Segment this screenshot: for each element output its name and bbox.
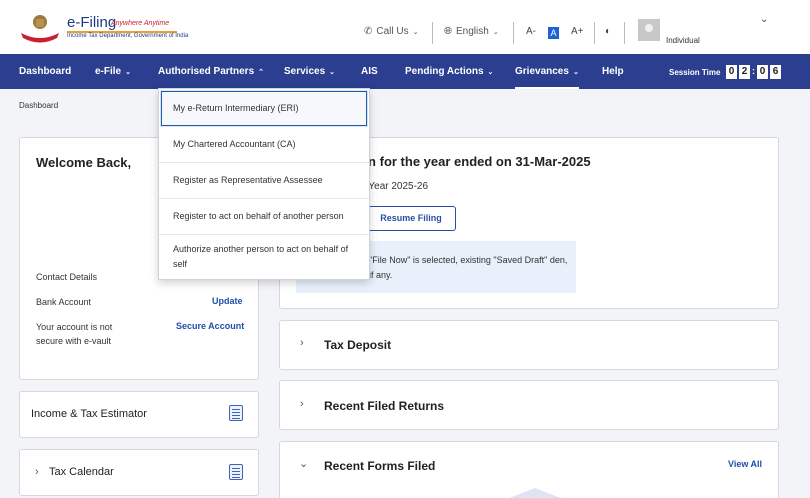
contact-details-label: Contact Details (36, 272, 98, 282)
call-us-button[interactable]: ✆ Call Us ⌄ (364, 26, 419, 37)
session-digit: 6 (770, 65, 781, 79)
filing-title: rn for the year ended on 31-Mar-2025 (363, 154, 591, 169)
menu-item-my-eri[interactable]: My e-Return Intermediary (ERI) (161, 91, 367, 126)
chevron-down-icon: ⌄ (572, 69, 579, 76)
national-emblem-icon (21, 15, 59, 43)
font-increase-button[interactable]: A+ (571, 26, 584, 37)
divider (594, 22, 595, 44)
income-tax-estimator-title: Income & Tax Estimator (31, 408, 147, 420)
menu-item-register-on-behalf[interactable]: Register to act on behalf of another per… (159, 199, 369, 235)
assessment-year: t Year 2025-26 (363, 181, 429, 192)
nav-efile[interactable]: e-File ⌄ (95, 54, 131, 89)
chevron-down-icon: ⌄ (412, 28, 419, 36)
recent-filed-returns-title: Recent Filed Returns (324, 399, 445, 413)
logo-tagline: Anywhere Anytime (111, 20, 170, 27)
calculator-icon (229, 405, 243, 421)
contrast-icon[interactable]: ◐ (605, 26, 611, 37)
secure-account-link[interactable]: Secure Account (176, 321, 244, 331)
username: Individual (666, 36, 700, 45)
font-normal-button[interactable]: A (548, 27, 559, 39)
globe-icon: 🌐︎ (444, 26, 452, 37)
session-colon: : (752, 66, 755, 76)
divider (513, 22, 514, 44)
session-digit: 0 (726, 65, 737, 79)
nav-pending-actions[interactable]: Pending Actions ⌄ (405, 54, 493, 89)
bank-update-link[interactable]: Update (212, 296, 243, 306)
chevron-down-icon: ⌄ (492, 28, 499, 36)
authorised-partners-dropdown: My e-Return Intermediary (ERI) My Charte… (158, 88, 370, 280)
menu-item-authorize-another[interactable]: Authorize another person to act on behal… (159, 235, 369, 279)
divider (624, 22, 625, 44)
site-header: e-Filing Anywhere Anytime Income Tax Dep… (0, 0, 810, 54)
view-all-link[interactable]: View All (728, 459, 762, 469)
calendar-icon (229, 464, 243, 480)
language-label: English (456, 26, 489, 37)
nav-help[interactable]: Help (602, 54, 624, 89)
nav-dashboard[interactable]: Dashboard (19, 54, 71, 89)
welcome-heading: Welcome Back, (36, 155, 132, 170)
info-text: "File Now" is selected, existing "Saved … (369, 255, 568, 280)
menu-item-my-ca[interactable]: My Chartered Accountant (CA) (159, 127, 369, 163)
session-time-label: Session Time (669, 68, 721, 77)
divider (432, 22, 433, 44)
logo-subtitle: Income Tax Department, Government of Ind… (67, 33, 189, 39)
nav-authorised-partners[interactable]: Authorised Partners ⌃ (158, 54, 264, 89)
nav-grievances[interactable]: Grievances ⌄ (515, 54, 579, 89)
chevron-right-icon: › (35, 466, 39, 478)
session-digit: 0 (757, 65, 768, 79)
tax-calendar-title: Tax Calendar (49, 466, 114, 478)
language-selector[interactable]: 🌐︎ English ⌄ (444, 26, 499, 37)
chevron-right-icon: › (300, 337, 304, 349)
menu-item-register-representative[interactable]: Register as Representative Assessee (159, 163, 369, 199)
recent-forms-filed-title: Recent Forms Filed (324, 459, 436, 473)
nav-services[interactable]: Services ⌄ (284, 54, 335, 89)
nav-ais[interactable]: AIS (361, 54, 378, 89)
tax-deposit-title: Tax Deposit (324, 338, 392, 352)
evault-status-label: Your account is not secure with e-vault (36, 322, 113, 346)
chevron-down-icon: ⌄ (125, 69, 131, 76)
breadcrumb[interactable]: Dashboard (19, 101, 58, 110)
chevron-down-icon: ⌄ (329, 69, 336, 76)
chevron-down-icon: ⌄ (487, 69, 494, 76)
call-us-label: Call Us (376, 26, 409, 37)
chevron-right-icon: › (300, 398, 304, 410)
font-decrease-button[interactable]: A- (526, 26, 536, 37)
chevron-down-icon: ⌄ (299, 458, 309, 470)
avatar-head-icon (645, 24, 653, 32)
chevron-up-icon: ⌃ (258, 69, 265, 76)
phone-icon: ✆ (364, 26, 373, 37)
main-nav: Dashboard e-File ⌄ Authorised Partners ⌃ S… (0, 54, 810, 89)
logo-title[interactable]: e-Filing (67, 14, 116, 31)
resume-filing-button[interactable]: Resume Filing (366, 206, 456, 231)
user-menu-chevron-icon[interactable]: ⌄ (760, 14, 768, 25)
session-digit: 2 (739, 65, 750, 79)
bank-account-label: Bank Account (36, 297, 92, 307)
